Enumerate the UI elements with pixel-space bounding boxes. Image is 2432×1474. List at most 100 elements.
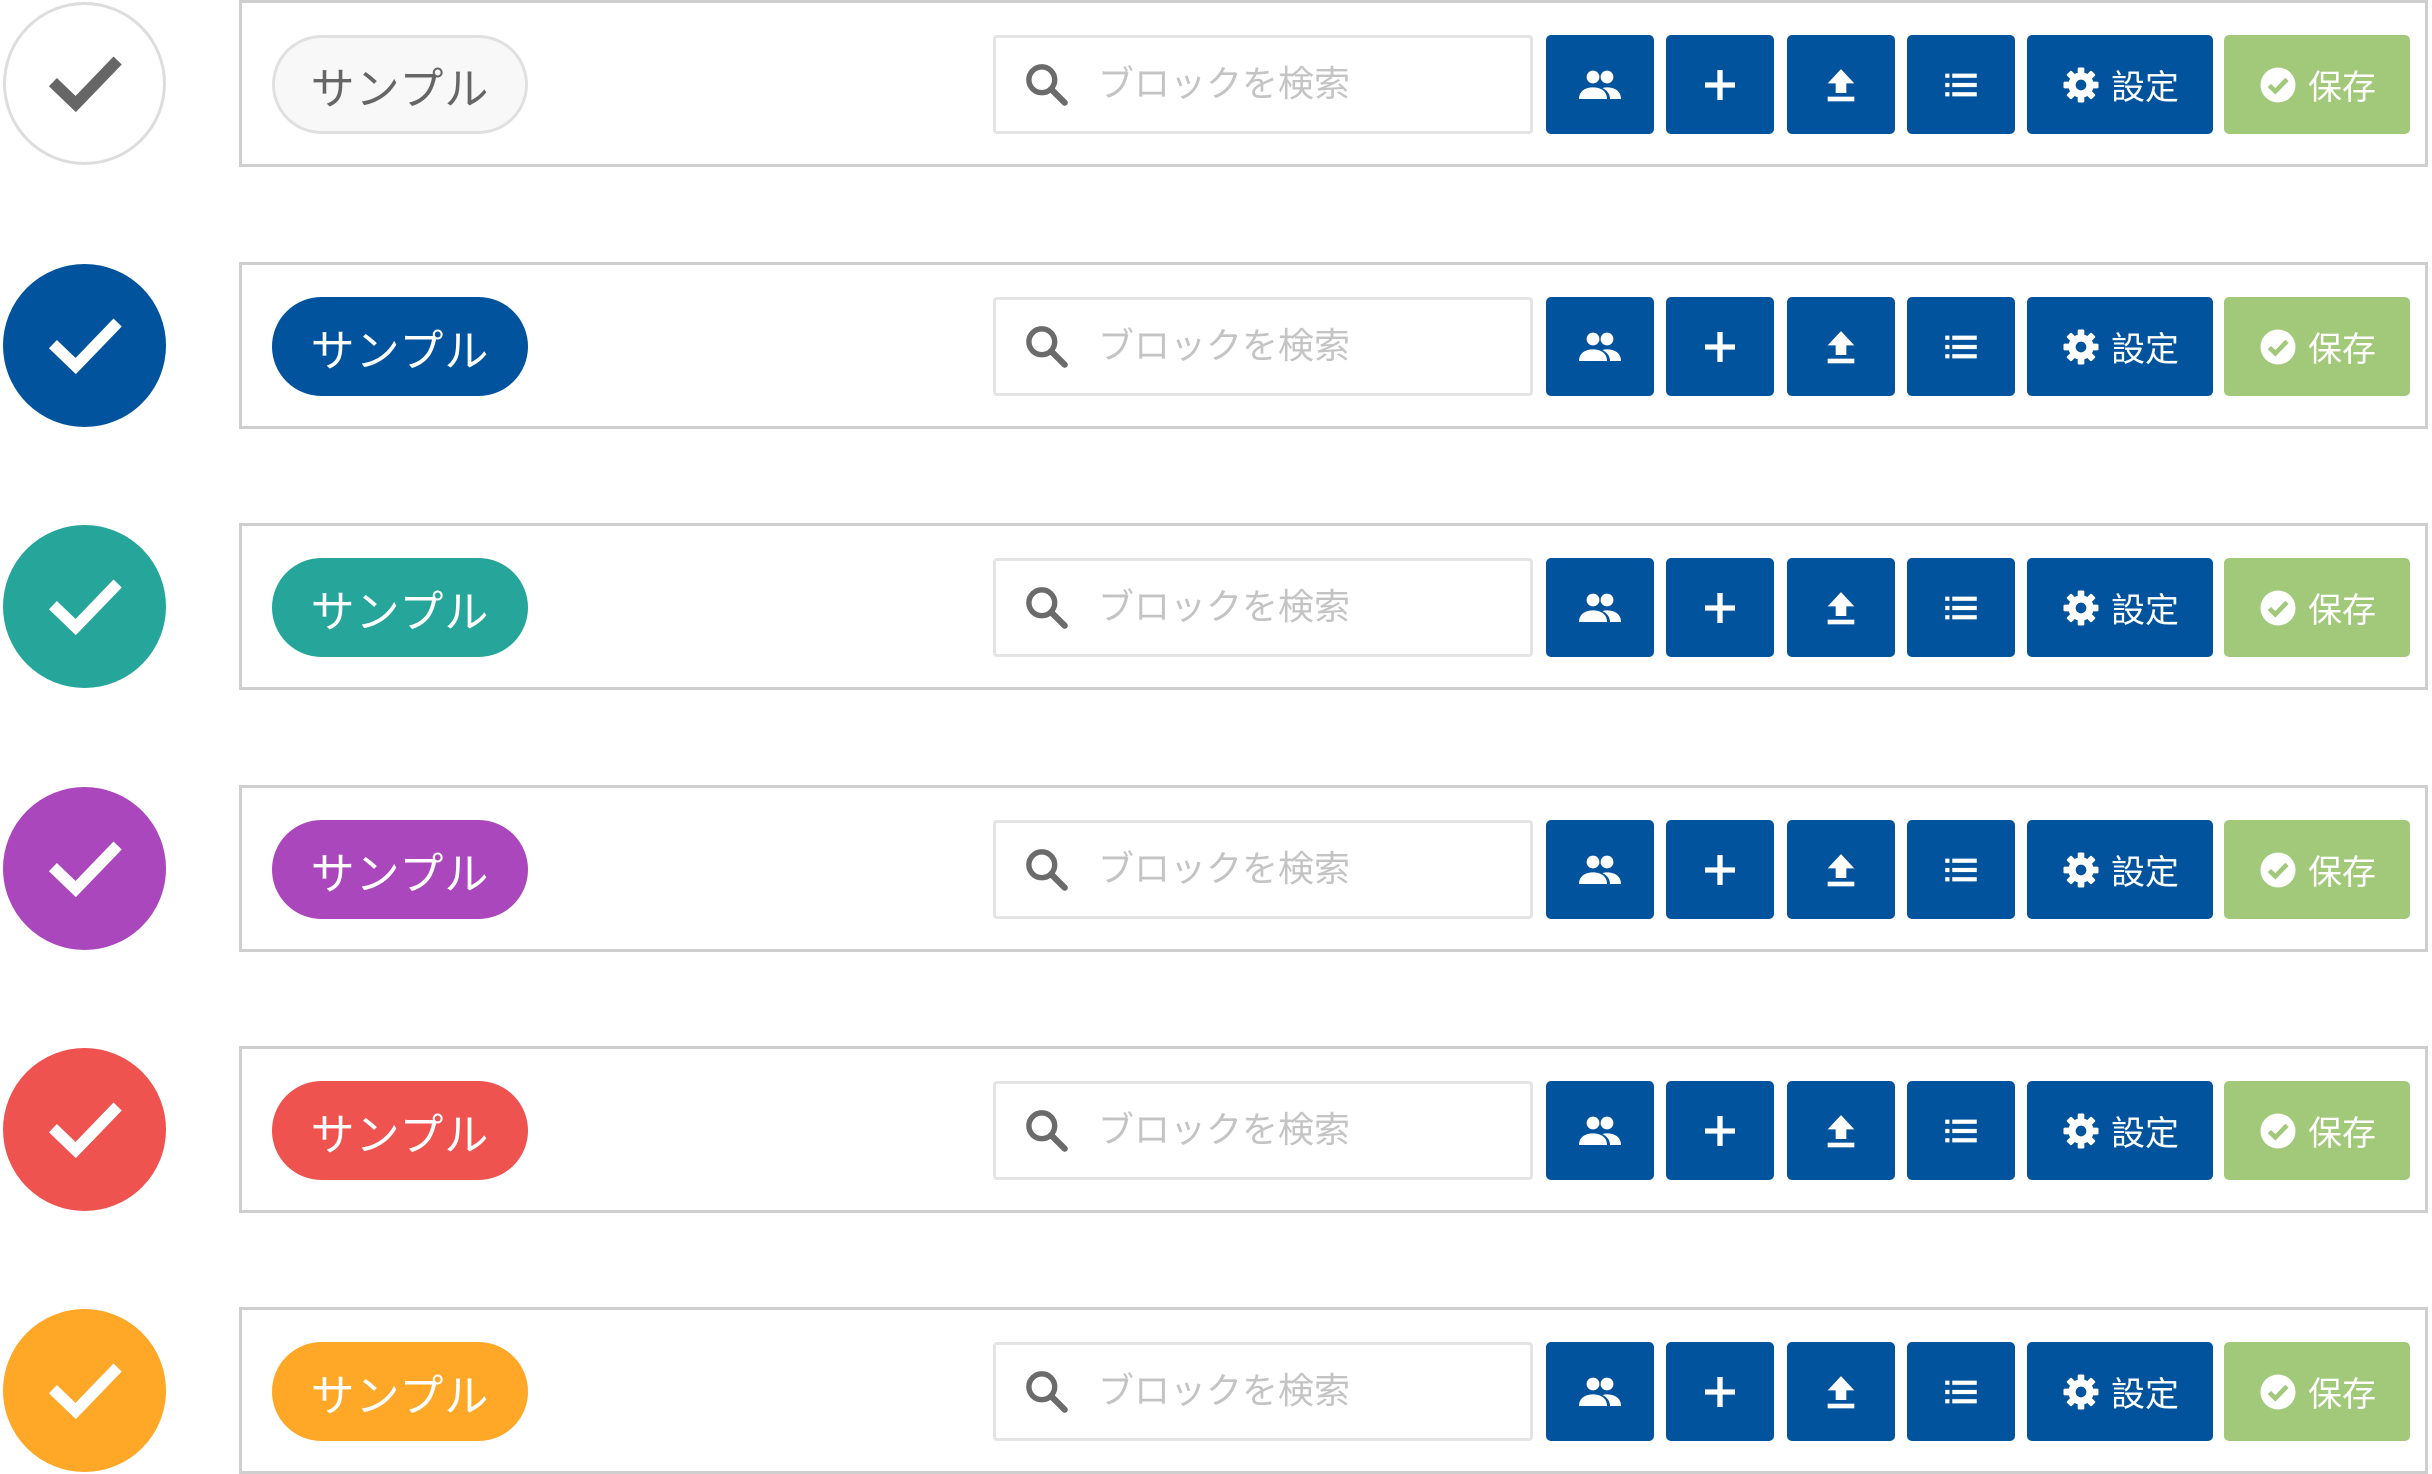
list-button[interactable] [1907,1342,2015,1441]
upload-button[interactable] [1787,35,1895,134]
check-icon [48,579,122,635]
theme-select-check[interactable] [3,264,166,427]
settings-button[interactable]: 設定 [2027,820,2213,919]
add-block-button[interactable] [1666,35,1774,134]
upload-button[interactable] [1787,1342,1895,1441]
sample-tag[interactable]: サンプル [272,820,528,919]
settings-button[interactable]: 設定 [2027,558,2213,657]
theme-row: サンプル ブロックを検索 設定 保存 [0,785,2432,952]
upload-button[interactable] [1787,820,1895,919]
users-button[interactable] [1546,297,1654,396]
upload-button[interactable] [1787,1081,1895,1180]
search-icon [1026,1370,1068,1413]
block-search-input[interactable] [1098,849,1478,890]
save-button[interactable]: 保存 [2224,558,2410,657]
theme-select-check[interactable] [3,1048,166,1211]
search-icon [1026,1109,1068,1152]
sample-tag-label: サンプル [310,1109,490,1161]
theme-select-check[interactable] [3,1309,166,1472]
block-toolbar: サンプル ブロックを検索 設定 保存 [239,523,2428,690]
sample-tag[interactable]: サンプル [272,297,528,396]
block-search-input[interactable] [1098,1110,1478,1151]
block-search-box[interactable] [993,820,1533,919]
users-icon [1579,70,1621,99]
theme-row: サンプル ブロックを検索 設定 保存 [0,262,2432,429]
check-icon [48,56,122,112]
settings-button-label: 設定 [2111,1375,2179,1415]
add-block-button[interactable] [1666,297,1774,396]
settings-button[interactable]: 設定 [2027,35,2213,134]
block-search-input[interactable] [1098,587,1478,628]
list-icon [1945,1380,1977,1403]
add-block-button[interactable] [1666,1342,1774,1441]
check-icon [48,841,122,897]
save-button[interactable]: 保存 [2224,820,2410,919]
upload-button[interactable] [1787,558,1895,657]
gear-icon [2063,590,2099,625]
block-search-input[interactable] [1098,1371,1478,1412]
sample-tag[interactable]: サンプル [272,1081,528,1180]
settings-button[interactable]: 設定 [2027,1342,2213,1441]
theme-select-check[interactable] [3,787,166,950]
block-search-box[interactable] [993,297,1533,396]
add-block-button[interactable] [1666,558,1774,657]
sample-tag-label: サンプル [310,63,490,115]
users-button[interactable] [1546,35,1654,134]
users-icon [1579,1116,1621,1145]
theme-row: サンプル ブロックを検索 設定 保存 [0,523,2432,690]
save-button[interactable]: 保存 [2224,297,2410,396]
check-icon [48,318,122,374]
settings-button[interactable]: 設定 [2027,1081,2213,1180]
block-search-input[interactable] [1098,326,1478,367]
list-icon [1945,73,1977,96]
plus-icon [1705,69,1735,100]
settings-button-label: 設定 [2111,330,2179,370]
users-button[interactable] [1546,1342,1654,1441]
settings-button-label: 設定 [2111,68,2179,108]
users-button[interactable] [1546,1081,1654,1180]
users-button[interactable] [1546,558,1654,657]
block-toolbar: サンプル ブロックを検索 設定 保存 [239,1046,2428,1213]
block-search-box[interactable] [993,1081,1533,1180]
theme-select-check[interactable] [3,525,166,688]
block-search-box[interactable] [993,35,1533,134]
upload-button[interactable] [1787,297,1895,396]
block-search-input[interactable] [1098,64,1478,105]
add-block-button[interactable] [1666,820,1774,919]
block-toolbar: サンプル ブロックを検索 設定 保存 [239,262,2428,429]
save-button[interactable]: 保存 [2224,1081,2410,1180]
block-search-box[interactable] [993,1342,1533,1441]
sample-tag[interactable]: サンプル [272,35,528,134]
theme-select-check[interactable] [3,2,166,165]
block-toolbar: サンプル ブロックを検索 設定 保存 [239,785,2428,952]
list-button[interactable] [1907,558,2015,657]
list-icon [1945,1119,1977,1142]
list-button[interactable] [1907,1081,2015,1180]
theme-row: サンプル ブロックを検索 設定 保存 [0,1307,2432,1474]
check-circle-icon [2260,329,2296,364]
list-button[interactable] [1907,297,2015,396]
settings-button-label: 設定 [2111,1114,2179,1154]
list-icon [1945,335,1977,358]
list-button[interactable] [1907,820,2015,919]
check-circle-icon [2260,852,2296,887]
save-button[interactable]: 保存 [2224,35,2410,134]
sample-tag[interactable]: サンプル [272,1342,528,1441]
gear-icon [2063,1113,2099,1148]
gear-icon [2063,329,2099,364]
block-toolbar: サンプル ブロックを検索 設定 保存 [239,0,2428,167]
sample-tag[interactable]: サンプル [272,558,528,657]
settings-button[interactable]: 設定 [2027,297,2213,396]
theme-row: サンプル ブロックを検索 設定 保存 [0,0,2432,167]
gear-icon [2063,67,2099,102]
block-search-box[interactable] [993,558,1533,657]
save-button[interactable]: 保存 [2224,1342,2410,1441]
add-block-button[interactable] [1666,1081,1774,1180]
sample-tag-label: サンプル [310,586,490,638]
search-icon [1026,848,1068,891]
search-icon [1026,325,1068,368]
users-button[interactable] [1546,820,1654,919]
list-button[interactable] [1907,35,2015,134]
check-icon [48,1102,122,1158]
save-button-label: 保存 [2308,330,2376,370]
